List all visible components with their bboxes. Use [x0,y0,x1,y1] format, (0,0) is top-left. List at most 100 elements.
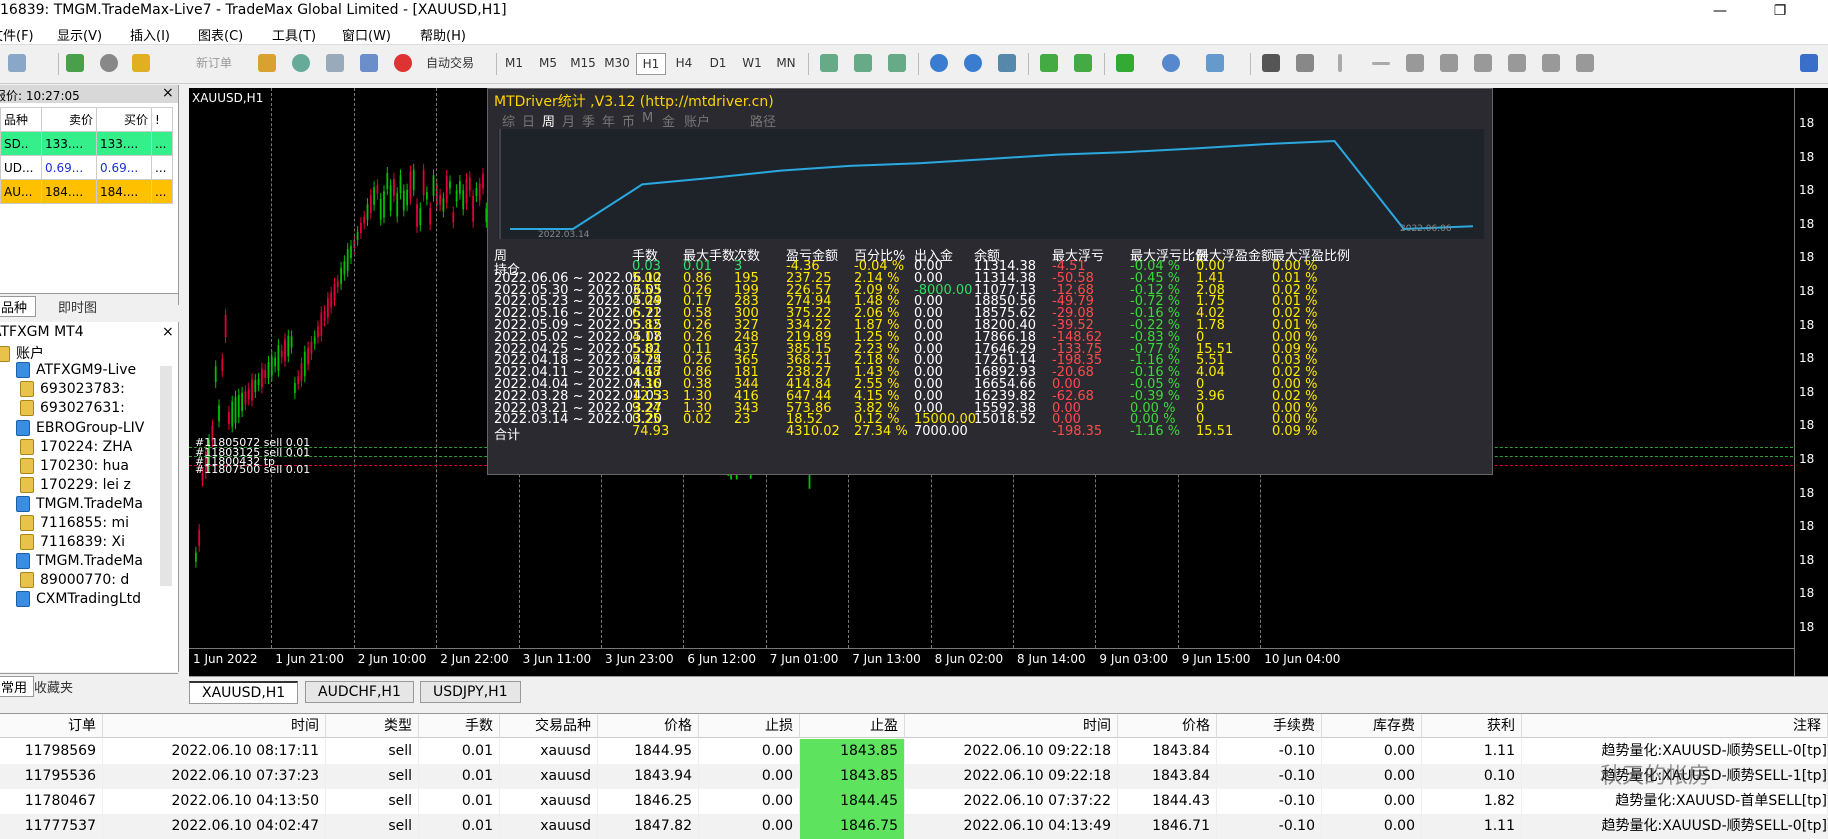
terminal-column-header[interactable]: 时间 [103,714,326,738]
new-chart-icon[interactable] [8,54,26,72]
price-scale[interactable]: 18 18 18 18 18 18 18 18 18 18 18 18 18 18 18 18 [1794,88,1828,676]
menu-help[interactable]: 帮助(H) [420,25,466,44]
tf-h1[interactable]: H1 [636,53,666,75]
col-ask[interactable]: 买价 [96,107,152,132]
candle-body [439,194,441,206]
table-cell: 1846.75 [800,814,905,839]
favorites-icon[interactable] [132,54,150,72]
vertical-line-icon[interactable] [1338,54,1342,72]
search-icon[interactable] [1800,54,1818,72]
terminal-column-header[interactable]: 注释 [1522,714,1828,738]
stats-tab[interactable]: 月 [562,111,575,130]
terminal-column-header[interactable]: 交易品种 [500,714,598,738]
terminal-column-header[interactable]: 类型 [326,714,419,738]
symbol-cell[interactable]: SD.. [0,131,42,156]
horizontal-line-icon[interactable] [1372,62,1390,65]
bar-chart-icon[interactable] [820,54,838,72]
terminal-column-header[interactable]: 价格 [598,714,699,738]
terminal-column-header[interactable]: 止盈 [800,714,905,738]
templates-icon[interactable] [1206,54,1224,72]
stats-tab[interactable]: 年 [602,111,615,130]
menu-insert[interactable]: 插入(I) [130,25,170,44]
tf-w1[interactable]: W1 [738,53,766,73]
stats-tab[interactable]: 路径 [750,111,776,130]
candle-body [264,370,267,378]
gold-icon[interactable] [258,54,276,72]
auto-trade-button[interactable]: 自动交易 [416,53,484,73]
menu-file[interactable]: 文件(F) [0,25,34,44]
terminal-column-header[interactable]: 获利 [1422,714,1522,738]
signal-icon[interactable] [292,54,310,72]
menu-window[interactable]: 窗口(W) [342,25,391,44]
stats-tab[interactable]: 币 [622,111,635,130]
tf-m1[interactable]: M1 [500,53,528,73]
col-symbol[interactable]: 品种 [0,107,42,132]
symbol-cell[interactable]: UD... [0,155,42,180]
navigator-icon[interactable] [100,54,118,72]
text-icon[interactable] [1508,54,1526,72]
candle-chart-icon[interactable] [854,54,872,72]
tab-symbols[interactable]: 品种 [0,296,37,317]
stats-tab[interactable]: 周 [542,111,555,130]
line-chart-icon[interactable] [888,54,906,72]
candle-body [350,246,352,258]
tf-m15[interactable]: M15 [568,53,598,73]
chart-shift-icon[interactable] [1074,54,1092,72]
menu-view[interactable]: 显示(V) [57,25,102,44]
terminal-column-header[interactable]: 库存费 [1322,714,1422,738]
tab-audchf[interactable]: AUDCHF,H1 [305,681,414,703]
candle-body [468,177,471,191]
terminal-column-header[interactable]: 手续费 [1217,714,1322,738]
terminal-column-header[interactable]: 订单 [0,714,103,738]
col-flag[interactable]: ! [151,107,173,132]
restore-button[interactable]: ❐ [1760,0,1800,22]
tab-usdjpy[interactable]: USDJPY,H1 [420,681,521,703]
stats-tab[interactable]: 日 [522,111,535,130]
tf-mn[interactable]: MN [772,53,800,73]
label-icon[interactable] [1542,54,1560,72]
terminal-column-header[interactable]: 止损 [699,714,800,738]
new-order-button[interactable]: 新订单 [178,53,250,73]
terminal-column-header[interactable]: 时间 [905,714,1118,738]
cursor-icon[interactable] [1262,54,1280,72]
tf-h4[interactable]: H4 [670,53,698,73]
close-icon[interactable]: × [162,324,174,340]
tab-tick-chart[interactable]: 即时图 [50,297,105,316]
stats-tab[interactable]: 综 [502,111,515,130]
terminal-column-header[interactable]: 手数 [419,714,500,738]
tab-xauusd[interactable]: XAUUSD,H1 [189,681,299,704]
col-bid[interactable]: 卖价 [41,107,97,132]
autotrade-icon[interactable] [394,54,412,72]
channel-icon[interactable] [1440,54,1458,72]
tf-m5[interactable]: M5 [534,53,562,73]
stats-tab[interactable]: M [642,111,653,126]
fibo-icon[interactable] [1474,54,1492,72]
autoscroll-icon[interactable] [1040,54,1058,72]
stats-tab[interactable]: 账户 [684,111,710,130]
menu-chart[interactable]: 图表(C) [198,25,243,44]
tester-icon[interactable] [326,54,344,72]
terminal-column-header[interactable]: 价格 [1118,714,1217,738]
indicators-icon[interactable] [1116,54,1134,72]
zoom-out-icon[interactable] [964,54,982,72]
minimize-button[interactable]: — [1700,0,1740,22]
tile-windows-icon[interactable] [998,54,1016,72]
arrows-icon[interactable] [1576,54,1594,72]
stats-tab[interactable]: 金 [662,111,675,130]
periods-icon[interactable] [1162,54,1180,72]
market-watch-icon[interactable] [66,54,84,72]
crosshair-icon[interactable] [1296,54,1314,72]
tf-d1[interactable]: D1 [704,53,732,73]
symbol-cell[interactable]: AU... [0,179,42,204]
tf-m30[interactable]: M30 [602,53,632,73]
stats-tab[interactable]: 季 [582,111,595,130]
tab-favorites[interactable]: 收藏夹 [28,677,79,696]
terminal-icon[interactable] [360,54,378,72]
close-icon[interactable]: × [162,85,174,101]
navigator-item[interactable]: CXMTradingLtd [16,591,141,613]
zoom-in-icon[interactable] [930,54,948,72]
menu-tools[interactable]: 工具(T) [272,25,316,44]
navigator-scrollbar[interactable] [160,366,172,586]
trendline-icon[interactable] [1406,54,1424,72]
price-label: 18 [1799,116,1815,130]
